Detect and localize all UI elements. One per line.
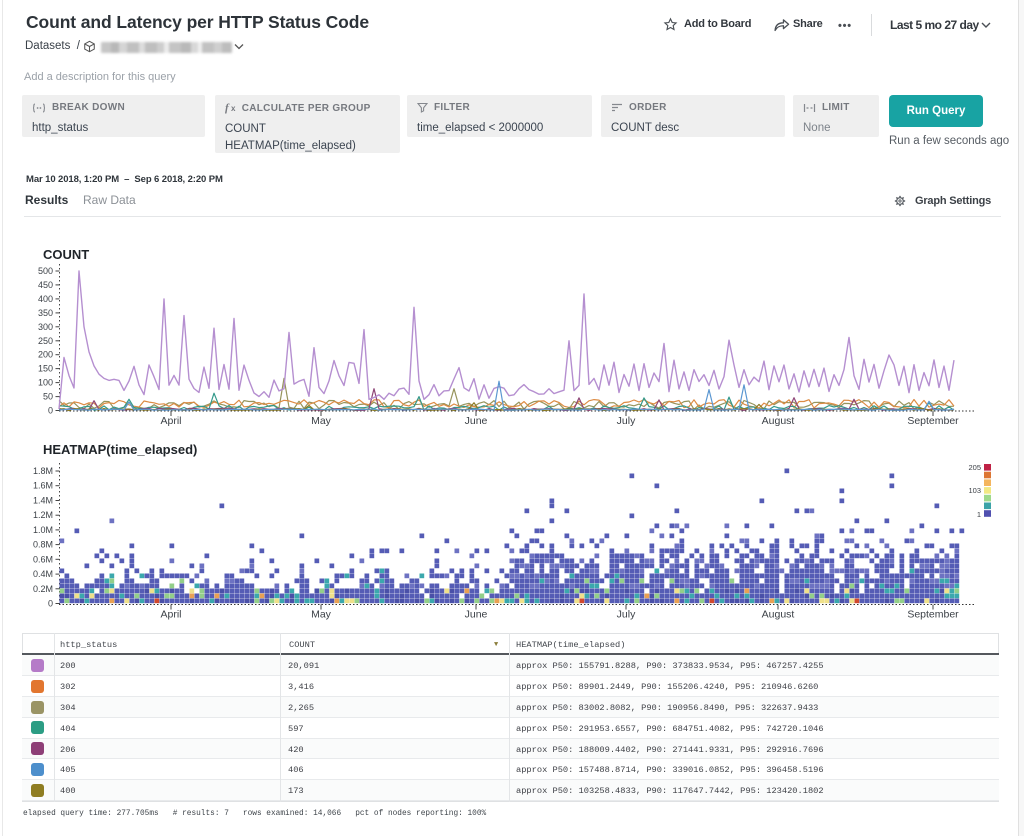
svg-text:1.0M: 1.0M	[33, 525, 53, 535]
svg-text:150: 150	[38, 364, 53, 374]
svg-text:1.4M: 1.4M	[33, 496, 53, 506]
svg-text:September: September	[907, 415, 959, 427]
svg-text:0: 0	[48, 406, 53, 416]
svg-text:1.6M: 1.6M	[33, 481, 53, 491]
svg-text:103: 103	[968, 486, 981, 495]
svg-text:1.8M: 1.8M	[33, 466, 53, 476]
svg-text:350: 350	[38, 308, 53, 318]
svg-text:500: 500	[38, 266, 53, 276]
svg-text:0.2M: 0.2M	[33, 584, 53, 594]
svg-text:August: August	[762, 609, 795, 621]
svg-text:June: June	[465, 609, 488, 621]
svg-text:100: 100	[38, 378, 53, 388]
svg-text:July: July	[617, 415, 636, 427]
svg-text:June: June	[465, 415, 488, 427]
svg-text:April: April	[160, 415, 181, 427]
svg-text:September: September	[907, 609, 959, 621]
svg-text:200: 200	[38, 350, 53, 360]
svg-text:0: 0	[48, 599, 53, 609]
svg-text:450: 450	[38, 280, 53, 290]
svg-text:May: May	[311, 415, 332, 427]
svg-text:0.4M: 0.4M	[33, 569, 53, 579]
svg-text:July: July	[617, 609, 636, 621]
svg-text:1.2M: 1.2M	[33, 510, 53, 520]
svg-text:1: 1	[977, 510, 981, 519]
svg-text:205: 205	[968, 463, 981, 472]
svg-text:400: 400	[38, 294, 53, 304]
svg-text:300: 300	[38, 322, 53, 332]
svg-text:50: 50	[43, 392, 53, 402]
svg-text:0.6M: 0.6M	[33, 554, 53, 564]
svg-text:0.8M: 0.8M	[33, 540, 53, 550]
svg-text:April: April	[160, 609, 181, 621]
svg-text:August: August	[762, 415, 795, 427]
svg-text:May: May	[311, 609, 332, 621]
svg-text:250: 250	[38, 336, 53, 346]
